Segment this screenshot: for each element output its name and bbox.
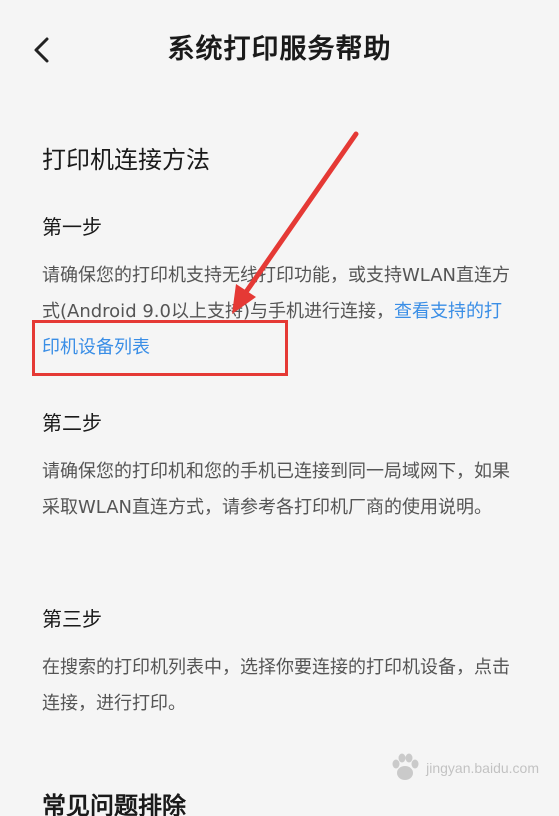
baidu-watermark: jingyan.baidu.com xyxy=(388,751,539,785)
help-content: 打印机连接方法 第一步 请确保您的打印机支持无线打印功能，或支持WLAN直连方式… xyxy=(42,140,517,816)
next-section-title: 常见问题排除 xyxy=(42,786,517,816)
section-title: 打印机连接方法 xyxy=(42,146,210,174)
page-title: 系统打印服务帮助 xyxy=(167,34,392,65)
step-two-text: 请确保您的打印机和您的手机已连接到同一局域网下，如果采取WLAN直连方式，请参考… xyxy=(42,461,510,518)
watermark-text: jingyan.baidu.com xyxy=(426,760,539,776)
paw-logo-icon xyxy=(392,753,419,780)
step-one-text: 请确保您的打印机支持无线打印功能，或支持WLAN直连方式(Android 9.0… xyxy=(42,258,517,366)
step-one-title: 第一步 xyxy=(42,215,102,239)
step-three-title: 第三步 xyxy=(42,607,102,631)
app-header: 系统打印服务帮助 xyxy=(0,0,559,100)
step-two-title: 第二步 xyxy=(42,411,102,435)
step-two: 第二步 请确保您的打印机和您的手机已连接到同一局域网下，如果采取WLAN直连方式… xyxy=(42,408,517,526)
step-one: 第一步 请确保您的打印机支持无线打印功能，或支持WLAN直连方式(Android… xyxy=(42,212,517,366)
step-three-text: 在搜索的打印机列表中，选择你要连接的打印机设备，点击连接，进行打印。 xyxy=(42,657,510,714)
troubleshooting-title: 常见问题排除 xyxy=(42,792,186,816)
step-three: 第三步 在搜索的打印机列表中，选择你要连接的打印机设备，点击连接，进行打印。 xyxy=(42,604,517,722)
